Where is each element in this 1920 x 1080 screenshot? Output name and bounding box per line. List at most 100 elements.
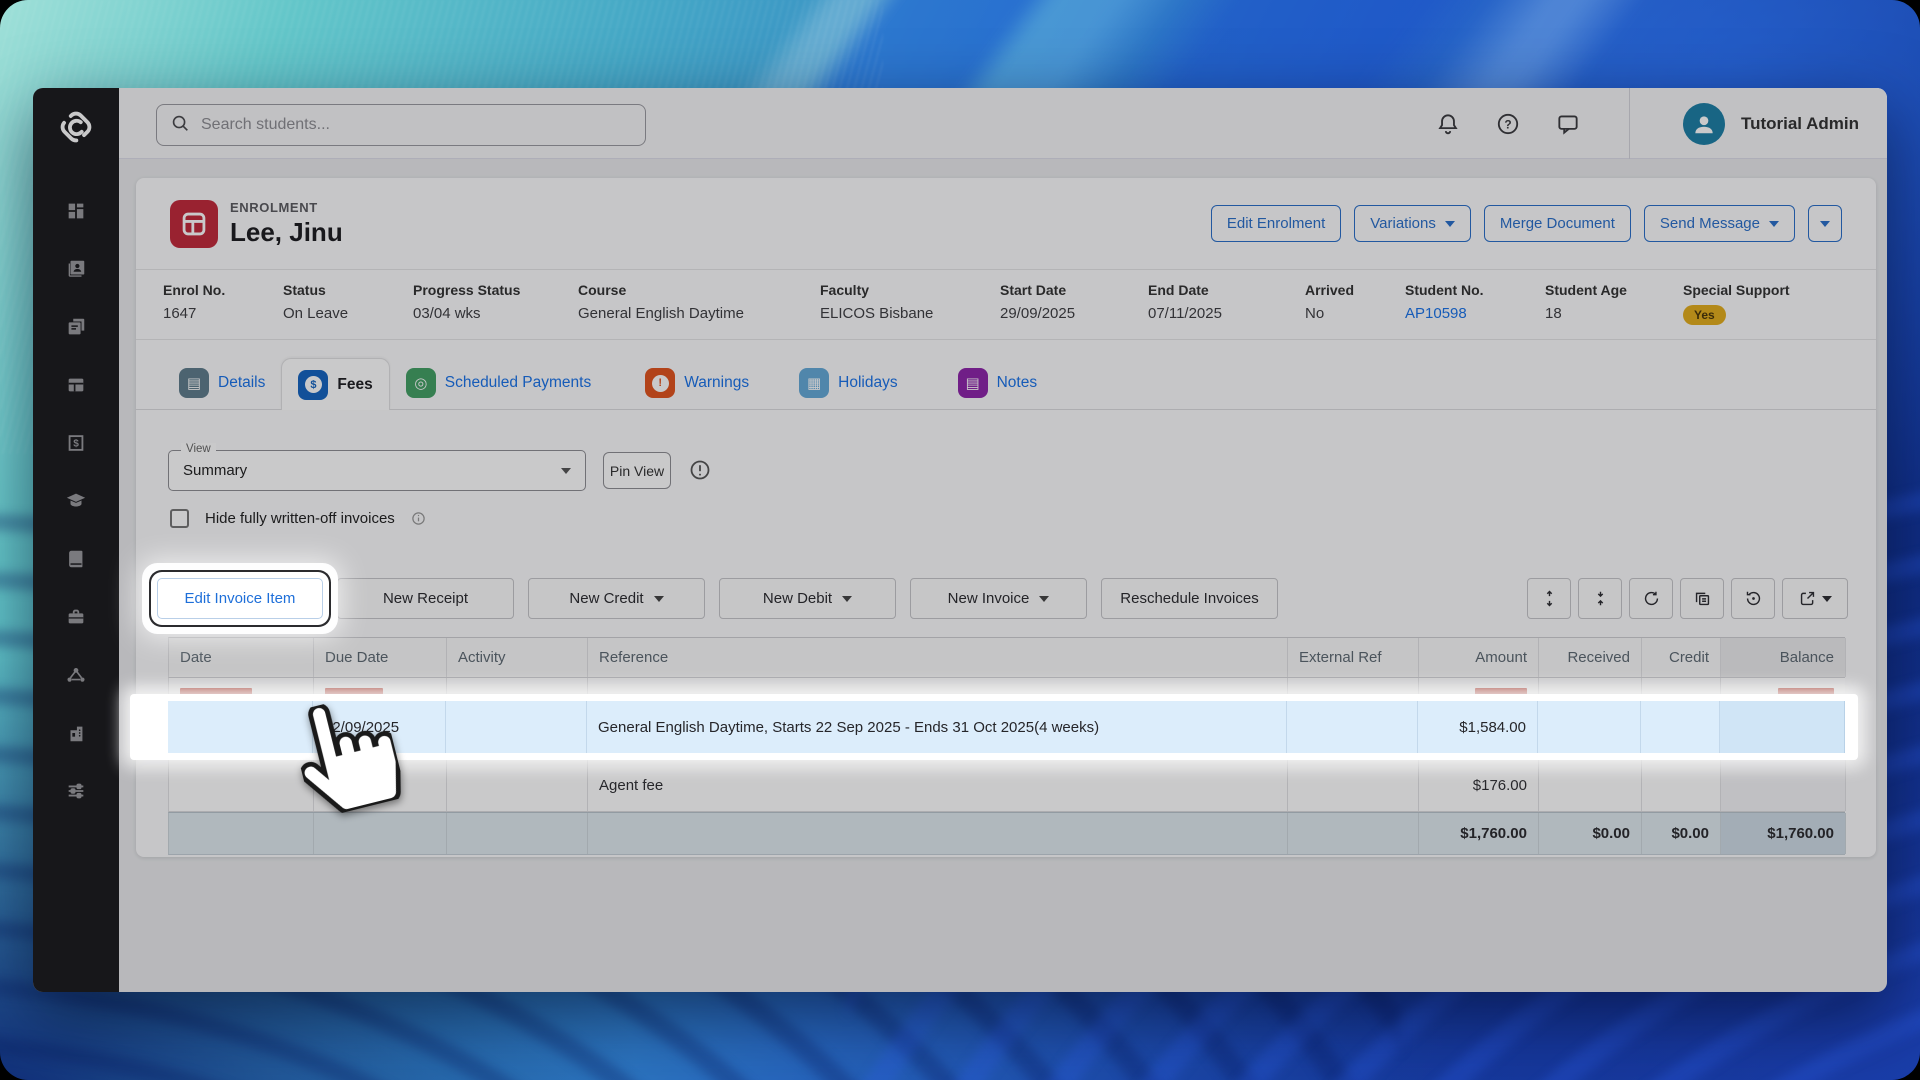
- tab-notes[interactable]: ▤ Notes: [942, 357, 1054, 409]
- send-message-button[interactable]: Send Message: [1643, 205, 1795, 242]
- user-avatar: [1682, 102, 1725, 145]
- clipped-invoice-row[interactable]: [168, 678, 1845, 695]
- help-icon[interactable]: ?: [1495, 111, 1521, 137]
- sidebar-item-organisation[interactable]: [64, 722, 88, 744]
- refresh-button[interactable]: [1629, 578, 1673, 619]
- end-date-value: 07/11/2025: [1148, 305, 1222, 322]
- col-due-date[interactable]: Due Date: [314, 638, 447, 677]
- tab-details[interactable]: ▤ Details: [163, 357, 281, 409]
- table-toolbar: [1527, 578, 1848, 619]
- view-info-icon[interactable]: [688, 458, 712, 482]
- variations-button[interactable]: Variations: [1354, 205, 1471, 242]
- total-received: $0.00: [1539, 813, 1642, 854]
- expand-rows-button[interactable]: [1527, 578, 1571, 619]
- special-support-badge: Yes: [1683, 305, 1726, 325]
- collapse-rows-button[interactable]: [1578, 578, 1622, 619]
- faculty-value: ELICOS Bisbane: [820, 305, 934, 322]
- total-amount: $1,760.00: [1419, 813, 1539, 854]
- invoice-actions: Edit Invoice Item New Receipt New Credit…: [157, 578, 1278, 619]
- notifications-bell-icon[interactable]: [1435, 111, 1461, 137]
- arrived-value: No: [1305, 305, 1325, 322]
- field-label: Progress Status: [413, 282, 521, 298]
- more-actions-button[interactable]: [1808, 205, 1842, 242]
- topbar-divider: [1629, 88, 1630, 159]
- highlighted-invoice-strip: 22/09/2025 General English Daytime, Star…: [130, 694, 1858, 760]
- new-credit-button[interactable]: New Credit: [528, 578, 705, 619]
- chevron-down-icon: [1039, 595, 1050, 602]
- chevron-down-icon: [653, 595, 664, 602]
- hide-written-off-checkbox[interactable]: [170, 509, 189, 528]
- hide-written-off-info-icon[interactable]: [411, 511, 426, 526]
- tab-scheduled-payments[interactable]: ◎ Scheduled Payments: [390, 357, 607, 409]
- student-age-value: 18: [1545, 305, 1562, 322]
- hide-written-off-label: Hide fully written-off invoices: [205, 510, 395, 527]
- pin-view-button[interactable]: Pin View: [603, 452, 671, 489]
- new-receipt-button[interactable]: New Receipt: [337, 578, 514, 619]
- edit-enrolment-button[interactable]: Edit Enrolment: [1210, 205, 1342, 242]
- tab-holidays[interactable]: ▦ Holidays: [783, 357, 913, 409]
- col-date[interactable]: Date: [169, 638, 314, 677]
- col-external-ref[interactable]: External Ref: [1288, 638, 1419, 677]
- enrolment-info-row: Enrol No. 1647 Status On Leave Progress St…: [136, 270, 1876, 340]
- fees-icon: $: [298, 369, 329, 400]
- chevron-down-icon: [1444, 220, 1455, 227]
- chevron-down-icon: [842, 595, 853, 602]
- invoice-row-agent-fee[interactable]: 22/09/2025 Agent fee $176.00: [168, 760, 1846, 812]
- merge-document-button[interactable]: Merge Document: [1483, 205, 1631, 242]
- tab-fees[interactable]: $ Fees: [281, 358, 390, 410]
- sidebar-item-library[interactable]: [64, 548, 88, 570]
- student-no-link[interactable]: AP10598: [1405, 305, 1535, 322]
- search-input[interactable]: [201, 116, 633, 134]
- sidebar-item-dashboard[interactable]: [64, 200, 88, 222]
- field-label: Special Support: [1683, 282, 1790, 298]
- col-amount[interactable]: Amount: [1419, 638, 1539, 677]
- search-icon: [169, 112, 191, 139]
- enrolment-header: ENROLMENT Lee, Jinu Edit Enrolment Varia…: [136, 178, 1876, 270]
- sidebar-item-agents[interactable]: [64, 664, 88, 686]
- enrolment-actions: Edit Enrolment Variations Merge Document…: [1210, 205, 1842, 242]
- chat-icon[interactable]: [1555, 111, 1581, 137]
- sidebar-item-settings[interactable]: [64, 780, 88, 802]
- chevron-down-icon: [1822, 595, 1832, 602]
- account-menu[interactable]: Tutorial Admin: [1682, 88, 1859, 159]
- col-reference[interactable]: Reference: [588, 638, 1288, 677]
- sidebar-item-layout[interactable]: [64, 374, 88, 396]
- sidebar-item-contacts[interactable]: [64, 258, 88, 280]
- progress-status-value: 03/04 wks: [413, 305, 481, 322]
- enrolment-card: ENROLMENT Lee, Jinu Edit Enrolment Varia…: [130, 178, 1876, 857]
- sidebar-item-payments[interactable]: $: [64, 432, 88, 454]
- user-name: Tutorial Admin: [1740, 113, 1859, 133]
- field-label: Enrol No.: [163, 282, 226, 298]
- edit-invoice-item-button[interactable]: Edit Invoice Item: [157, 578, 323, 619]
- sidebar: $: [33, 88, 119, 992]
- col-activity[interactable]: Activity: [447, 638, 588, 677]
- topbar-icons: ?: [1435, 88, 1581, 159]
- field-label: End Date: [1148, 282, 1209, 298]
- col-credit[interactable]: Credit: [1642, 638, 1721, 677]
- svg-text:?: ?: [1504, 117, 1511, 131]
- sidebar-item-education[interactable]: [64, 490, 88, 512]
- app-logo-icon[interactable]: [55, 106, 97, 148]
- svg-text:$: $: [73, 439, 79, 450]
- hide-written-off-row: Hide fully written-off invoices: [170, 509, 426, 528]
- copy-table-button[interactable]: [1680, 578, 1724, 619]
- sidebar-item-toolbox[interactable]: [64, 606, 88, 628]
- invoice-row-course-fee[interactable]: 22/09/2025 General English Daytime, Star…: [168, 701, 1845, 753]
- invoice-table-header[interactable]: Date Due Date Activity Reference Externa…: [168, 637, 1846, 678]
- enrol-no-value: 1647: [163, 305, 197, 322]
- export-button[interactable]: [1782, 578, 1848, 619]
- new-debit-button[interactable]: New Debit: [719, 578, 896, 619]
- invoice-totals-row: $1,760.00 $0.00 $0.00 $1,760.00: [168, 812, 1846, 855]
- field-label: Arrived: [1305, 282, 1355, 298]
- col-received[interactable]: Received: [1539, 638, 1642, 677]
- tab-warnings[interactable]: ! Warnings: [629, 357, 765, 409]
- new-invoice-button[interactable]: New Invoice: [910, 578, 1087, 619]
- reschedule-invoices-button[interactable]: Reschedule Invoices: [1101, 578, 1278, 619]
- view-select[interactable]: View Summary: [168, 443, 586, 491]
- start-date-value: 29/09/2025: [1000, 305, 1076, 322]
- sidebar-item-documents[interactable]: [64, 316, 88, 338]
- student-search[interactable]: [156, 104, 646, 146]
- history-button[interactable]: [1731, 578, 1775, 619]
- section-label: ENROLMENT: [230, 199, 318, 215]
- col-balance[interactable]: Balance: [1721, 638, 1846, 677]
